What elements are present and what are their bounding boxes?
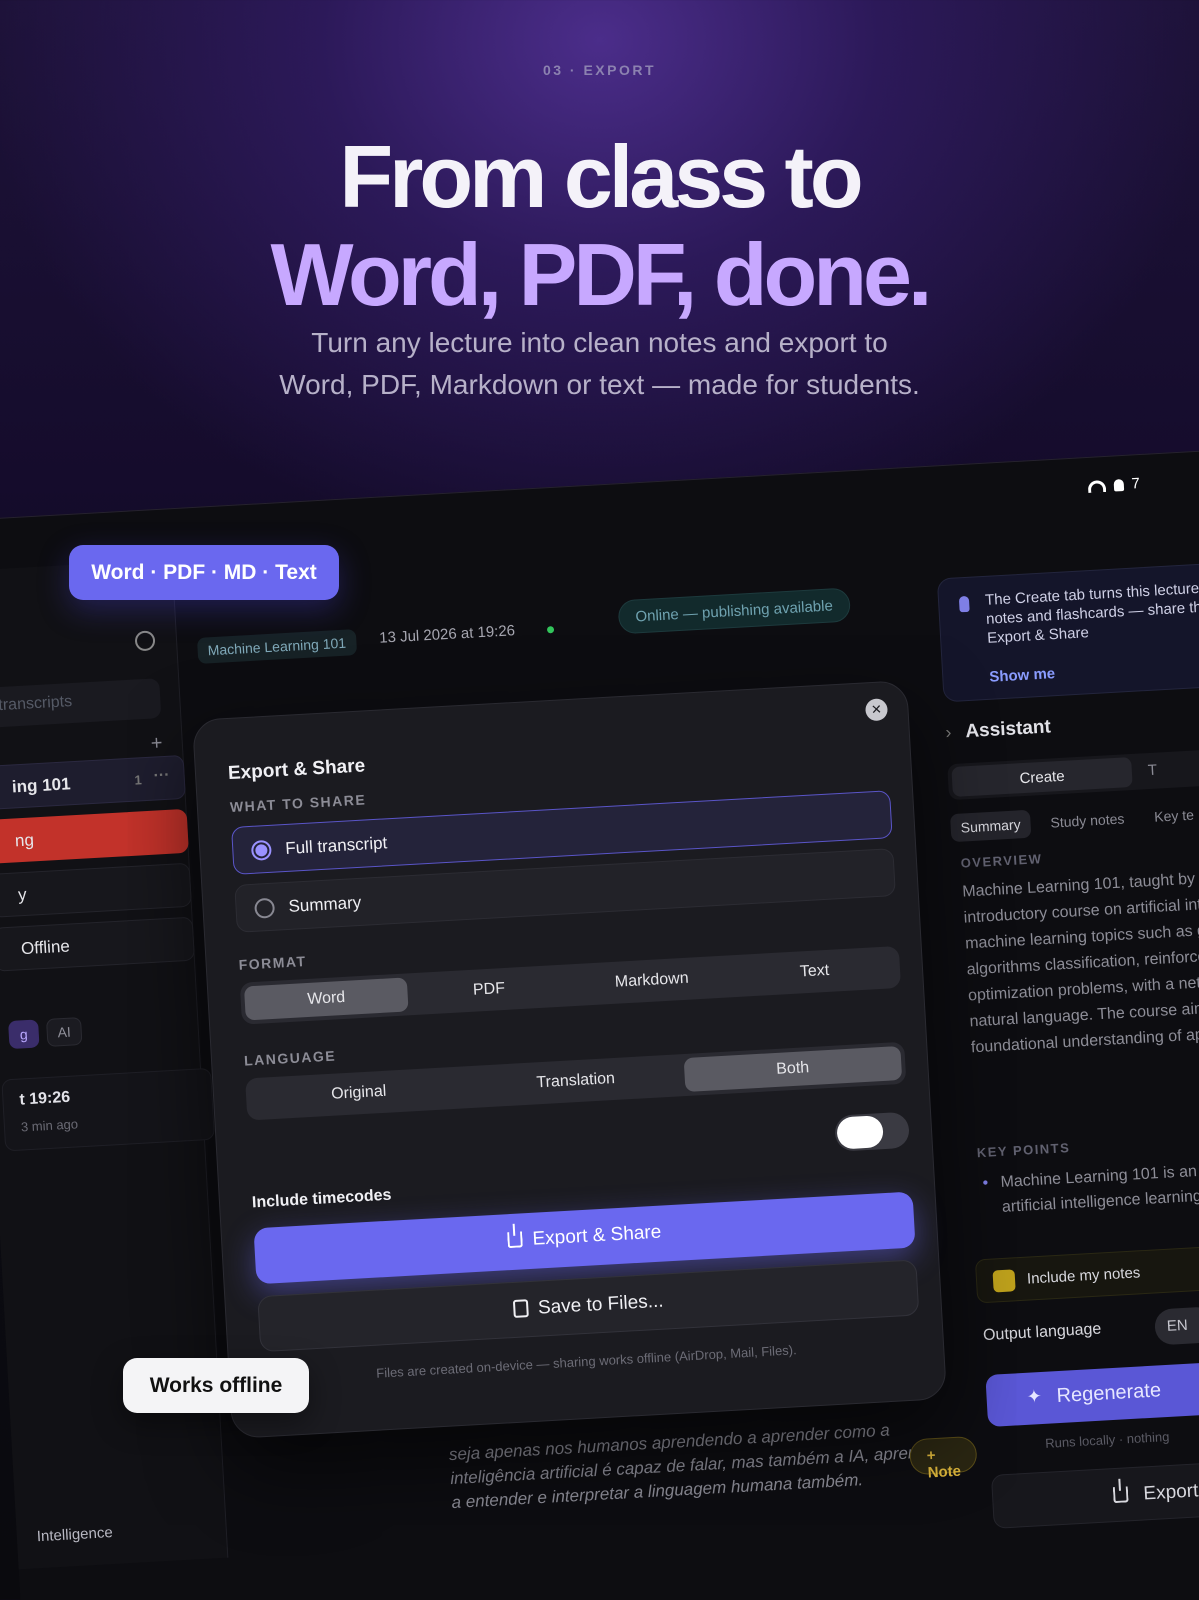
- formats-badge: Word · PDF · MD · Text: [69, 545, 339, 600]
- tag-list: g AI: [8, 1017, 83, 1050]
- format-label: FORMAT: [238, 952, 307, 973]
- recording-date: 13 Jul 2026 at 19:26: [378, 622, 516, 647]
- language-segmented-control: Original Translation Both: [245, 1041, 907, 1121]
- format-pdf[interactable]: PDF: [407, 968, 572, 1011]
- tip-card: The Create tab turns this lecture into s…: [936, 558, 1199, 703]
- tip-text: The Create tab turns this lecture into s…: [984, 576, 1199, 647]
- wifi-icon: [1087, 479, 1106, 493]
- sidebar-title: e: [0, 647, 1, 674]
- timecodes-toggle[interactable]: [834, 1111, 910, 1152]
- sidebar-item-course[interactable]: ing 101 1 ···: [0, 754, 186, 810]
- search-input[interactable]: transcripts: [0, 678, 162, 729]
- format-segmented-control: Word PDF Markdown Text: [239, 945, 902, 1025]
- sidebar-item-label: Offline: [20, 936, 71, 959]
- tab-other[interactable]: T: [1147, 762, 1157, 779]
- status-time: 7: [1131, 475, 1141, 493]
- hero-subhead: Turn any lecture into clean notes and ex…: [0, 322, 1199, 406]
- sparkle-icon: ✦: [1026, 1386, 1043, 1407]
- what-to-share-label: WHAT TO SHARE: [229, 791, 367, 816]
- option-label: Summary: [288, 892, 362, 916]
- language-original[interactable]: Original: [249, 1070, 468, 1116]
- key-point-item: Machine Learning 101 is an course on art…: [978, 1152, 1199, 1221]
- export-share-modal: ✕ Export & Share WHAT TO SHARE Full tran…: [192, 680, 948, 1439]
- language-translation[interactable]: Translation: [466, 1058, 685, 1104]
- subtab-summary[interactable]: Summary: [949, 809, 1032, 843]
- transcript-text: seja apenas nos humanos aprendendo a apr…: [448, 1420, 966, 1513]
- gear-icon[interactable]: [134, 630, 156, 652]
- show-me-link[interactable]: Show me: [989, 665, 1056, 686]
- tab-create[interactable]: Create: [951, 756, 1133, 798]
- more-icon[interactable]: ···: [153, 767, 170, 786]
- assistant-export-button[interactable]: Export &: [990, 1454, 1199, 1529]
- regenerate-button[interactable]: ✦ Regenerate: [985, 1355, 1199, 1428]
- tag-chip[interactable]: g: [8, 1019, 40, 1050]
- output-language-select[interactable]: EN: [1153, 1306, 1199, 1346]
- timecodes-row: Include timecodes: [249, 1111, 910, 1211]
- key-points-label: KEY POINTS: [976, 1140, 1071, 1161]
- recent-recording-card[interactable]: t 19:26 3 min ago: [1, 1067, 215, 1152]
- lightbulb-icon: [958, 595, 970, 613]
- regenerate-label: Regenerate: [1056, 1379, 1162, 1408]
- sidebar-item-count: 1: [134, 772, 143, 788]
- sidebar-item-library[interactable]: y: [0, 862, 192, 918]
- online-dot-icon: [546, 626, 555, 634]
- overview-text: Machine Learning 101, taught by an intro…: [961, 869, 1199, 1057]
- status-bar: 7: [1087, 475, 1140, 495]
- chevron-right-icon[interactable]: ›: [945, 722, 952, 743]
- person-icon: [1113, 478, 1124, 492]
- output-language-label: Output language: [982, 1320, 1102, 1345]
- radio-selected[interactable]: [250, 839, 272, 861]
- course-pill[interactable]: Machine Learning 101: [196, 629, 357, 664]
- radio-unselected[interactable]: [254, 897, 276, 919]
- subtab-study-notes[interactable]: Study notes: [1040, 804, 1135, 837]
- assistant-pane: The Create tab turns this lecture into s…: [933, 497, 1199, 1529]
- subhead-line-1: Turn any lecture into clean notes and ex…: [311, 327, 888, 358]
- assistant-subtabs: Summary Study notes Key te: [949, 800, 1199, 843]
- file-icon: [512, 1299, 529, 1318]
- include-notes-row[interactable]: Include my notes: [974, 1239, 1199, 1304]
- subhead-line-2: Word, PDF, Markdown or text — made for s…: [279, 369, 920, 400]
- sidebar-item-label: y: [17, 884, 28, 905]
- sidebar-item-recording[interactable]: ng: [0, 808, 189, 864]
- sidebar-item-label: ing 101: [11, 774, 72, 797]
- headline-line-1: From class to: [339, 127, 863, 226]
- export-share-label: Export & Share: [532, 1221, 662, 1250]
- overview-label: OVERVIEW: [960, 851, 1043, 871]
- include-notes-label: Include my notes: [1026, 1264, 1141, 1288]
- notes-checkbox[interactable]: [992, 1269, 1016, 1293]
- section-eyebrow: 03 · EXPORT: [542, 62, 657, 78]
- assistant-tabs: Create T: [947, 744, 1199, 801]
- runs-locally-note: Runs locally · nothing: [1044, 1428, 1170, 1451]
- recent-subtitle: 3 min ago: [20, 1116, 79, 1135]
- assistant-export-label: Export &: [1142, 1479, 1199, 1505]
- modal-title: Export & Share: [227, 755, 366, 785]
- close-icon[interactable]: ✕: [864, 698, 889, 722]
- headline-line-2: Word, PDF, done.: [270, 225, 933, 324]
- offline-badge: Works offline: [123, 1358, 309, 1413]
- add-folder-icon[interactable]: +: [150, 732, 163, 756]
- sidebar-footer: Intelligence: [36, 1524, 114, 1546]
- tag-chip[interactable]: AI: [45, 1017, 83, 1047]
- format-markdown[interactable]: Markdown: [569, 959, 734, 1002]
- language-both[interactable]: Both: [683, 1045, 903, 1093]
- option-label: Full transcript: [284, 833, 388, 858]
- toggle-knob: [836, 1115, 884, 1150]
- online-status-pill: Online — publishing available: [617, 587, 851, 635]
- add-note-button[interactable]: + Note: [908, 1435, 979, 1481]
- hero-headline: From class to Word, PDF, done.: [0, 128, 1199, 324]
- format-word[interactable]: Word: [243, 977, 409, 1021]
- timecodes-label: Include timecodes: [251, 1186, 392, 1212]
- share-icon: [1112, 1486, 1129, 1504]
- subtab-key-terms[interactable]: Key te: [1144, 800, 1199, 831]
- share-icon: [507, 1231, 524, 1249]
- sidebar-item-offline[interactable]: Offline: [0, 916, 195, 972]
- language-label: LANGUAGE: [243, 1047, 337, 1069]
- assistant-title: Assistant: [964, 716, 1052, 743]
- format-text[interactable]: Text: [732, 950, 897, 993]
- sidebar-item-label: ng: [14, 830, 35, 851]
- save-to-files-label: Save to Files...: [537, 1290, 665, 1319]
- recent-title: t 19:26: [18, 1088, 71, 1109]
